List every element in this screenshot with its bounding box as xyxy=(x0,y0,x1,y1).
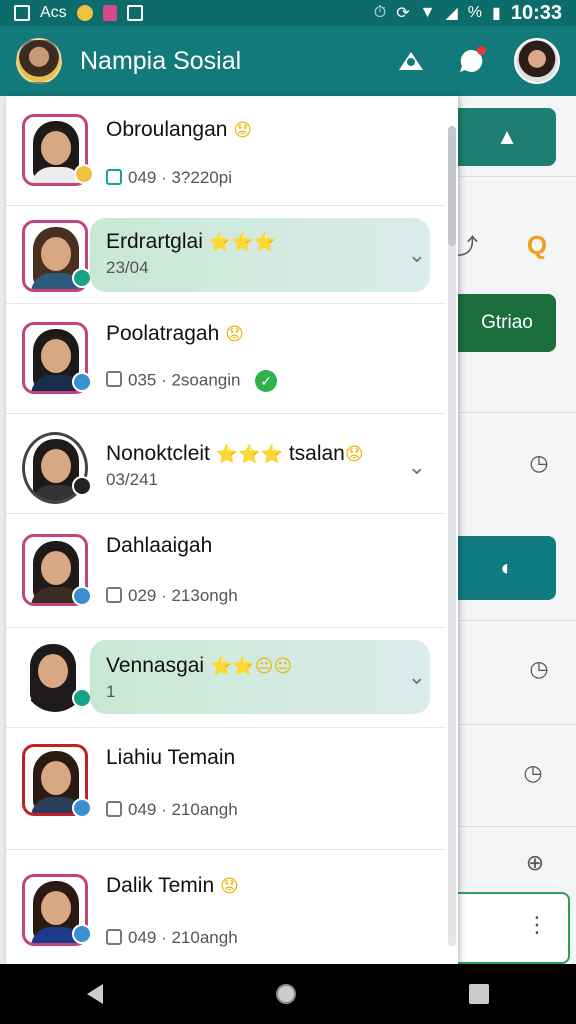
contact-name: Nonoktcleit ⭐⭐⭐ tsalan😟 xyxy=(106,442,364,465)
message-icon xyxy=(106,371,122,388)
contact-meta: 049 · 3?220pi xyxy=(106,168,232,188)
upload-icon: ▲ xyxy=(496,124,518,149)
contact-meta: 035 · 2soangin ✓ xyxy=(106,370,278,392)
app-logo-avatar[interactable] xyxy=(16,38,62,84)
background-panel xyxy=(458,96,576,964)
bg-timer-icon[interactable]: ◷ xyxy=(524,654,554,684)
divider xyxy=(458,724,576,725)
app-notification-icon xyxy=(76,5,93,21)
message-icon xyxy=(106,801,122,817)
app-bar: Nampia Sosial xyxy=(0,26,576,96)
alarm-icon: ⏱ xyxy=(373,4,387,21)
status-badge xyxy=(72,372,92,392)
app-actions xyxy=(394,38,560,84)
profile-avatar[interactable] xyxy=(514,38,560,84)
sync-icon: ⟳ xyxy=(396,5,410,22)
contact-meta: 049 · 210angh xyxy=(106,928,238,948)
contact-name: Obroulangan 😟 xyxy=(106,118,253,141)
status-badge xyxy=(72,586,92,606)
divider xyxy=(458,826,576,827)
contact-name: Liahiu Temain xyxy=(106,746,236,769)
wifi-icon: ▼ xyxy=(419,4,436,21)
back-icon[interactable] xyxy=(86,984,103,1004)
notification-dot xyxy=(477,46,486,55)
instagram-icon xyxy=(102,5,117,21)
bg-add-icon[interactable]: ⊕ xyxy=(520,848,550,878)
divider xyxy=(458,176,576,177)
scrollbar-thumb[interactable] xyxy=(448,126,456,246)
status-left-text: Acs xyxy=(40,4,67,21)
notifications-button[interactable] xyxy=(454,44,488,78)
gallery-icon xyxy=(14,5,30,21)
message-icon xyxy=(106,169,122,185)
chevron-down-icon[interactable]: ⌄ xyxy=(408,454,426,480)
message-icon xyxy=(106,929,122,945)
contact-meta: 049 · 210angh xyxy=(106,800,238,820)
system-nav-bar xyxy=(0,964,576,1024)
groups-icon xyxy=(399,52,423,70)
status-badge xyxy=(72,688,92,708)
verified-check-icon: ✓ xyxy=(255,370,278,392)
contact-meta: 1 xyxy=(106,682,116,701)
chevron-down-icon[interactable]: ⌄ xyxy=(408,242,426,268)
contact-meta: 23/04 xyxy=(106,258,149,277)
status-bar: Acs ⏱ ⟳ ▼ ◢ % ▮ 10:33 xyxy=(0,0,576,26)
contact-row[interactable]: Dalik Temin 😟 049 · 210angh xyxy=(6,850,446,964)
status-left: Acs xyxy=(14,4,143,22)
home-icon[interactable] xyxy=(275,984,296,1004)
bg-chat-button[interactable]: ◐ xyxy=(458,536,556,600)
clock: 10:33 xyxy=(510,1,562,24)
app-title: Nampia Sosial xyxy=(80,46,242,75)
bg-action-button[interactable]: Gtriao xyxy=(458,294,556,352)
signal-icon: ◢ xyxy=(445,5,458,22)
battery-percent: % xyxy=(467,4,483,21)
status-badge xyxy=(72,476,92,496)
contact-drawer: Obroulangan 😟 049 · 3?220pi Erdrartglai … xyxy=(6,96,458,964)
status-right: ⏱ ⟳ ▼ ◢ % ▮ 10:33 xyxy=(374,2,562,25)
bg-card[interactable]: ⋮ xyxy=(458,892,570,964)
status-badge xyxy=(72,268,92,288)
photo-icon xyxy=(126,5,143,21)
contact-row[interactable]: Poolatragah 😟 035 · 2soangin ✓ xyxy=(6,304,446,414)
contact-row[interactable]: Obroulangan 😟 049 · 3?220pi xyxy=(6,96,446,206)
more-options-icon[interactable]: ⋮ xyxy=(526,912,548,938)
battery-icon: ▮ xyxy=(492,5,501,22)
bg-upload-button[interactable]: ▲ xyxy=(458,108,556,166)
chevron-down-icon[interactable]: ⌄ xyxy=(408,664,426,690)
bg-clock-icon[interactable]: ◷ xyxy=(524,448,554,478)
groups-button[interactable] xyxy=(394,44,428,78)
divider xyxy=(458,620,576,621)
divider xyxy=(458,412,576,413)
bg-search-icon[interactable]: Q xyxy=(522,230,552,260)
status-badge xyxy=(74,164,94,184)
recent-apps-icon[interactable] xyxy=(469,984,490,1004)
contact-meta: 03/241 xyxy=(106,470,158,489)
bg-history-icon[interactable]: ◷ xyxy=(518,758,548,788)
contact-row[interactable]: Liahiu Temain 049 · 210angh xyxy=(6,728,446,850)
contact-meta: 029 · 213ongh xyxy=(106,586,238,606)
chat-icon: ◐ xyxy=(500,555,514,580)
contact-row[interactable]: Vennasgai ⭐⭐😐😐 1 ⌄ xyxy=(6,628,446,728)
status-badge xyxy=(72,924,92,944)
message-icon xyxy=(106,587,122,603)
contact-name: Poolatragah 😟 xyxy=(106,322,244,345)
contact-name: Dalik Temin 😟 xyxy=(106,874,239,897)
contact-row[interactable]: Nonoktcleit ⭐⭐⭐ tsalan😟 03/241 ⌄ xyxy=(6,414,446,514)
scrollbar-track[interactable] xyxy=(448,126,456,946)
contact-name: Erdrartglai ⭐⭐⭐ xyxy=(106,230,276,253)
contact-row[interactable]: Dahlaaigah 029 · 213ongh xyxy=(6,514,446,628)
contact-row[interactable]: Erdrartglai ⭐⭐⭐ 23/04 ⌄ xyxy=(6,206,446,304)
contact-name: Dahlaaigah xyxy=(106,534,213,557)
status-badge xyxy=(72,798,92,818)
contact-name: Vennasgai ⭐⭐😐😐 xyxy=(106,654,293,677)
